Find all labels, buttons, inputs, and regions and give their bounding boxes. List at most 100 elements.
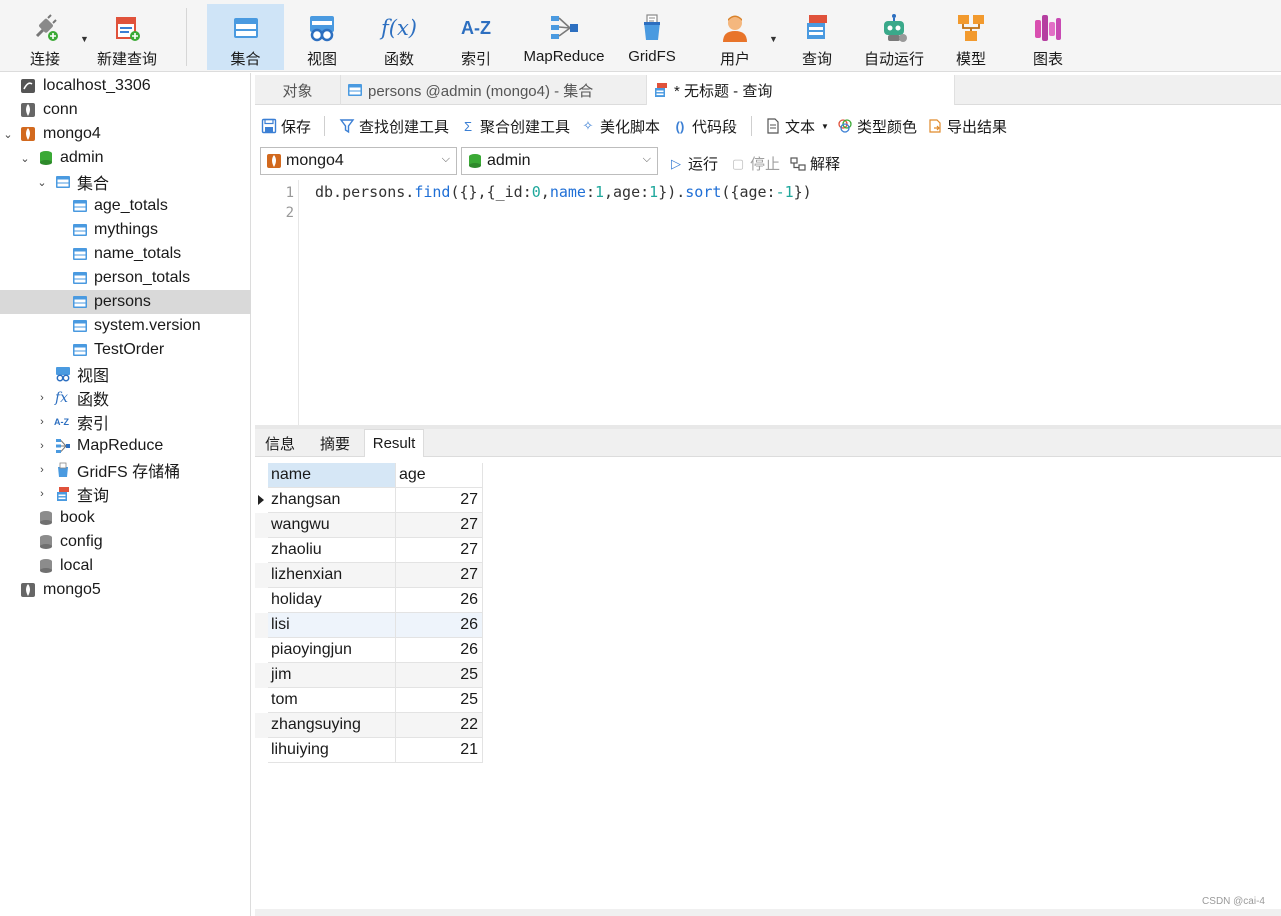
aggregate-builder-button[interactable]: Σ 聚合创建工具 bbox=[460, 116, 570, 137]
cell-name[interactable]: wangwu bbox=[268, 513, 396, 538]
chevron-down-icon[interactable]: ⌄ bbox=[19, 152, 31, 165]
table-row[interactable]: lihuiying 21 bbox=[255, 738, 483, 763]
tree-item-collection[interactable]: system.version bbox=[0, 314, 251, 338]
run-button[interactable]: ▷ 运行 bbox=[668, 153, 718, 174]
connection-select[interactable]: mongo4 ⌵ bbox=[260, 147, 457, 175]
tab-objects[interactable]: 对象 bbox=[255, 75, 341, 105]
tree-item-admin[interactable]: ⌄ admin bbox=[0, 146, 251, 170]
cell-name[interactable]: zhangsan bbox=[268, 488, 396, 513]
table-row[interactable]: tom 25 bbox=[255, 688, 483, 713]
user-dropdown-caret[interactable]: ▼ bbox=[769, 34, 778, 44]
tree-item-collection-selected[interactable]: persons bbox=[0, 290, 251, 314]
tree-item-views[interactable]: 视图 bbox=[0, 362, 251, 386]
code-editor[interactable]: 1 2 db.persons.find({},{_id:0,name:1,age… bbox=[255, 180, 1281, 425]
cell-age[interactable]: 27 bbox=[396, 563, 483, 588]
cell-name[interactable]: lizhenxian bbox=[268, 563, 396, 588]
stop-button[interactable]: ▢ 停止 bbox=[730, 153, 780, 174]
cell-name[interactable]: lihuiying bbox=[268, 738, 396, 763]
table-row[interactable]: holiday 26 bbox=[255, 588, 483, 613]
text-view-button[interactable]: 文本 ▼ bbox=[765, 116, 829, 137]
gridfs-button[interactable]: GridFS bbox=[622, 4, 682, 70]
table-row[interactable]: lizhenxian 27 bbox=[255, 563, 483, 588]
chevron-down-icon[interactable]: ⌄ bbox=[36, 176, 48, 189]
cell-name[interactable]: zhaoliu bbox=[268, 538, 396, 563]
tree-item-collection[interactable]: age_totals bbox=[0, 194, 251, 218]
chevron-right-icon[interactable]: › bbox=[36, 488, 48, 500]
function-button[interactable]: f(x) 函数 bbox=[369, 4, 429, 70]
chevron-right-icon[interactable]: › bbox=[36, 440, 48, 452]
query-button[interactable]: 查询 bbox=[787, 4, 847, 70]
column-header-age[interactable]: age bbox=[396, 463, 483, 488]
chevron-right-icon[interactable]: › bbox=[36, 416, 48, 428]
database-select[interactable]: admin ⌵ bbox=[461, 147, 658, 175]
new-query-button[interactable]: 新建查询 bbox=[92, 4, 162, 70]
table-row[interactable]: jim 25 bbox=[255, 663, 483, 688]
index-button[interactable]: A-Z 索引 bbox=[446, 4, 506, 70]
export-results-button[interactable]: 导出结果 bbox=[927, 116, 1007, 137]
tab-untitled-query[interactable]: * 无标题 - 查询 bbox=[647, 75, 955, 105]
tab-summary[interactable]: 摘要 bbox=[307, 429, 363, 457]
cell-age[interactable]: 27 bbox=[396, 538, 483, 563]
tab-persons-collection[interactable]: persons @admin (mongo4) - 集合 bbox=[341, 75, 647, 105]
tree-item-mapreduce[interactable]: › MapReduce bbox=[0, 434, 251, 458]
tree-item-localhost-3306[interactable]: localhost_3306 bbox=[0, 74, 251, 98]
tree-item-book[interactable]: book bbox=[0, 506, 251, 530]
tree-item-config[interactable]: config bbox=[0, 530, 251, 554]
tree-item-conn[interactable]: conn bbox=[0, 98, 251, 122]
tree-item-queries[interactable]: › 查询 bbox=[0, 482, 251, 506]
tree-item-indexes[interactable]: › A-Z 索引 bbox=[0, 410, 251, 434]
view-button[interactable]: 视图 bbox=[292, 4, 352, 70]
table-row[interactable]: wangwu 27 bbox=[255, 513, 483, 538]
model-button[interactable]: 模型 bbox=[941, 4, 1001, 70]
connect-button[interactable]: 连接 bbox=[14, 4, 76, 70]
chevron-right-icon[interactable]: › bbox=[36, 464, 48, 476]
save-button[interactable]: 保存 bbox=[261, 116, 311, 137]
tree-item-local[interactable]: local bbox=[0, 554, 251, 578]
cell-age[interactable]: 27 bbox=[396, 488, 483, 513]
find-builder-button[interactable]: 查找创建工具 bbox=[339, 116, 449, 137]
cell-name[interactable]: tom bbox=[268, 688, 396, 713]
collection-button[interactable]: 集合 bbox=[207, 4, 284, 70]
tree-item-gridfs[interactable]: › GridFS 存储桶 bbox=[0, 458, 251, 482]
cell-age[interactable]: 25 bbox=[396, 688, 483, 713]
cell-age[interactable]: 26 bbox=[396, 588, 483, 613]
tree-item-collection[interactable]: mythings bbox=[0, 218, 251, 242]
cell-age[interactable]: 27 bbox=[396, 513, 483, 538]
tree-item-functions[interactable]: › fx 函数 bbox=[0, 386, 251, 410]
tree-item-mongo4[interactable]: ⌄ mongo4 bbox=[0, 122, 251, 146]
table-row[interactable]: piaoyingjun 26 bbox=[255, 638, 483, 663]
tree-item-collection[interactable]: person_totals bbox=[0, 266, 251, 290]
chevron-down-icon[interactable]: ⌄ bbox=[2, 128, 14, 141]
cell-name[interactable]: piaoyingjun bbox=[268, 638, 396, 663]
cell-name[interactable]: jim bbox=[268, 663, 396, 688]
tree-item-mongo5[interactable]: mongo5 bbox=[0, 578, 251, 602]
snippet-button[interactable]: () 代码段 bbox=[672, 116, 737, 137]
mapreduce-button[interactable]: MapReduce bbox=[516, 4, 612, 70]
cell-name[interactable]: zhangsuying bbox=[268, 713, 396, 738]
explain-button[interactable]: 解释 bbox=[790, 153, 840, 174]
table-row[interactable]: lisi 26 bbox=[255, 613, 483, 638]
type-color-button[interactable]: 类型颜色 bbox=[837, 116, 917, 137]
beautify-button[interactable]: ✧ 美化脚本 bbox=[580, 116, 660, 137]
tree-item-collection[interactable]: name_totals bbox=[0, 242, 251, 266]
table-row[interactable]: zhangsan 27 bbox=[255, 488, 483, 513]
tab-result[interactable]: Result bbox=[364, 429, 424, 457]
tree-item-collection[interactable]: TestOrder bbox=[0, 338, 251, 362]
table-row[interactable]: zhangsuying 22 bbox=[255, 713, 483, 738]
cell-age[interactable]: 26 bbox=[396, 638, 483, 663]
auto-run-button[interactable]: 自动运行 bbox=[858, 4, 930, 70]
cell-name[interactable]: lisi bbox=[268, 613, 396, 638]
cell-name[interactable]: holiday bbox=[268, 588, 396, 613]
cell-age[interactable]: 21 bbox=[396, 738, 483, 763]
user-button[interactable]: 用户 bbox=[705, 4, 765, 70]
chevron-right-icon[interactable]: › bbox=[36, 392, 48, 404]
cell-age[interactable]: 26 bbox=[396, 613, 483, 638]
chart-button[interactable]: 图表 bbox=[1018, 4, 1078, 70]
tree-item-collections-group[interactable]: ⌄ 集合 bbox=[0, 170, 251, 194]
cell-age[interactable]: 22 bbox=[396, 713, 483, 738]
connect-dropdown-caret[interactable]: ▼ bbox=[80, 34, 89, 44]
column-header-name[interactable]: name bbox=[268, 463, 396, 488]
tab-info[interactable]: 信息 bbox=[255, 429, 305, 457]
cell-age[interactable]: 25 bbox=[396, 663, 483, 688]
table-row[interactable]: zhaoliu 27 bbox=[255, 538, 483, 563]
